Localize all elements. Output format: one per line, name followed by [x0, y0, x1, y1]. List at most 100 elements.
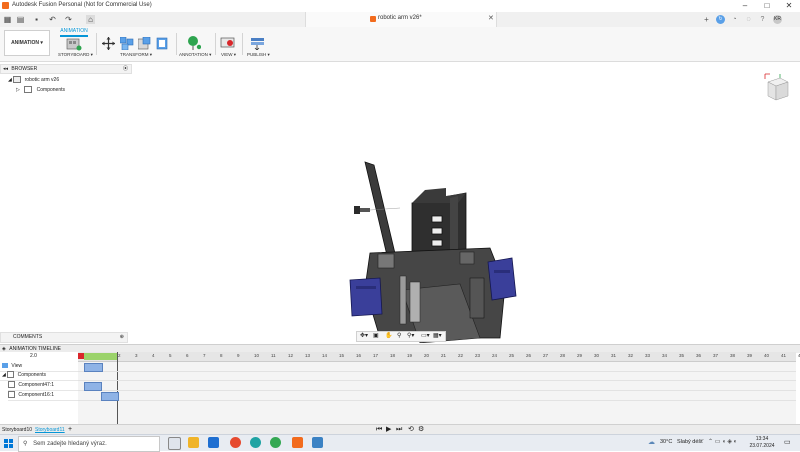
- timeline-track-component47[interactable]: [78, 381, 796, 391]
- timeline-grid[interactable]: 0123456789101112131415161718192021222324…: [78, 352, 800, 425]
- windows-start-icon[interactable]: [4, 439, 13, 448]
- browser-item-label: Components: [36, 86, 65, 93]
- expand-icon[interactable]: ▷: [16, 87, 20, 93]
- restore-home-icon[interactable]: [156, 37, 170, 50]
- workspace-switcher[interactable]: ANIMATION ▾: [4, 30, 50, 56]
- browser-pin-icon[interactable]: ⦿: [123, 65, 128, 73]
- loose-link-part[interactable]: [364, 161, 399, 267]
- help-icon[interactable]: ?: [758, 15, 767, 24]
- viewcube[interactable]: [762, 70, 790, 104]
- ruler-tick-label: 23: [475, 353, 481, 358]
- clock-time[interactable]: 13:34: [748, 436, 776, 442]
- ruler-tick-label: 28: [560, 353, 566, 358]
- component47-action[interactable]: [84, 382, 102, 391]
- edge-icon[interactable]: [250, 437, 261, 448]
- arm-base-part[interactable]: [364, 247, 506, 343]
- browser-root-item[interactable]: ◢ robotic arm v26: [8, 76, 59, 83]
- minimize-button[interactable]: –: [738, 1, 752, 11]
- jobs-icon[interactable]: ◔: [730, 15, 739, 24]
- ruler-tick-label: 7: [203, 353, 206, 358]
- display-settings-icon[interactable]: ▭▾: [421, 332, 430, 339]
- storyboard-group-label[interactable]: STORYBOARD ▾: [58, 52, 93, 58]
- manual-explode-icon[interactable]: [138, 37, 152, 50]
- browser-title: BROWSER: [11, 66, 38, 72]
- add-comment-icon[interactable]: ⊕: [120, 333, 124, 342]
- orbit-icon[interactable]: ✥▾: [360, 332, 368, 339]
- expand-icon[interactable]: ◢: [8, 77, 12, 83]
- weather-desc[interactable]: Slabý déšť: [677, 439, 703, 445]
- timeline-row-component47[interactable]: Component47:1: [8, 381, 78, 391]
- callout-icon[interactable]: [187, 35, 201, 51]
- expand-icon[interactable]: ◢: [2, 372, 6, 378]
- transform-components-icon[interactable]: [102, 37, 115, 50]
- ruler-tick-label: 17: [373, 353, 379, 358]
- maximize-button[interactable]: □: [760, 1, 774, 11]
- tab-animation[interactable]: ANIMATION: [60, 27, 88, 37]
- app-grid-icon[interactable]: ▦: [3, 15, 12, 24]
- collapse-icon[interactable]: ◂◂: [3, 66, 8, 72]
- new-storyboard-icon[interactable]: [66, 37, 82, 51]
- update-icon[interactable]: ↻: [716, 15, 725, 24]
- ruler-tick-label: 19: [407, 353, 413, 358]
- auto-explode-icon[interactable]: [120, 37, 134, 50]
- view-group-label[interactable]: VIEW ▾: [221, 52, 236, 58]
- timeline-track-component16[interactable]: [78, 391, 796, 401]
- fusion-taskbar-icon[interactable]: [292, 437, 303, 448]
- robotic-arm-model[interactable]: [340, 158, 530, 343]
- home-icon[interactable]: ⌂: [86, 15, 95, 24]
- ruler-tick-label: 22: [458, 353, 464, 358]
- publish-video-icon[interactable]: [250, 37, 266, 50]
- avatar[interactable]: KR: [773, 15, 782, 24]
- ruler-tick-label: 36: [696, 353, 702, 358]
- task-view-icon[interactable]: [168, 437, 181, 450]
- document-tab[interactable]: robotic arm v26* ✕: [305, 12, 497, 27]
- publish-group-label[interactable]: PUBLISH ▾: [247, 52, 270, 58]
- transform-group-label[interactable]: TRANSFORM ▾: [120, 52, 152, 58]
- component16-action[interactable]: [101, 392, 119, 401]
- timeline-tree: 2.0 View ◢ Components Component47:1 Comp…: [0, 352, 79, 425]
- file-menu-icon[interactable]: ▤: [16, 15, 25, 24]
- grid-settings-icon[interactable]: ▦▾: [433, 332, 442, 339]
- toolbar: ANIMATION ▾ ANIMATION STORYBOARD ▾ TRANS…: [0, 27, 800, 62]
- new-tab-icon[interactable]: +: [702, 15, 711, 24]
- playhead-range[interactable]: [84, 353, 117, 360]
- comments-panel[interactable]: COMMENTS ⊕: [0, 332, 128, 343]
- annotation-group-label[interactable]: ANNOTATION ▾: [179, 52, 211, 58]
- ruler-tick-label: 34: [662, 353, 668, 358]
- browser-item-components[interactable]: ▷ Components: [16, 86, 65, 93]
- weather-temp[interactable]: 30°C: [660, 439, 672, 445]
- chrome-icon[interactable]: [270, 437, 281, 448]
- app-taskbar-icon[interactable]: [312, 437, 323, 448]
- ruler-tick-label: 25: [509, 353, 515, 358]
- save-icon[interactable]: ▪: [32, 15, 41, 24]
- notification-center-icon[interactable]: ▭: [784, 438, 791, 446]
- timeline-ruler[interactable]: 0123456789101112131415161718192021222324…: [78, 352, 800, 362]
- ruler-tick-label: 24: [492, 353, 498, 358]
- ruler-tick-label: 21: [441, 353, 447, 358]
- fusion-logo-icon: [2, 2, 9, 9]
- pan-icon[interactable]: ✋: [385, 332, 392, 339]
- redo-icon[interactable]: ↷: [64, 15, 73, 24]
- zoom-window-icon[interactable]: ⚲▾: [407, 332, 414, 339]
- browser-app-icon[interactable]: [230, 437, 241, 448]
- close-tab-icon[interactable]: ✕: [488, 14, 494, 22]
- file-explorer-icon[interactable]: [188, 437, 199, 448]
- timeline-row-components[interactable]: ◢ Components: [0, 371, 78, 381]
- system-tray-icons[interactable]: ⌃ ▭ ◖ ◈ ◐: [708, 438, 737, 445]
- notifications-icon[interactable]: ◌: [744, 15, 753, 24]
- ruler-tick-label: 41: [781, 353, 787, 358]
- mail-icon[interactable]: [208, 437, 219, 448]
- zoom-icon[interactable]: ⚲: [397, 332, 401, 339]
- row-label: View: [11, 363, 23, 369]
- look-at-icon[interactable]: ▣: [373, 332, 379, 339]
- clock-date[interactable]: 23.07.2024: [748, 443, 776, 449]
- weather-icon[interactable]: ☁: [648, 438, 655, 446]
- view-record-icon[interactable]: [220, 37, 236, 50]
- publish-label: PUBLISH: [247, 52, 267, 57]
- timeline-track-components[interactable]: [78, 371, 796, 381]
- browser-panel-header[interactable]: ◂◂ BROWSER ⦿: [0, 64, 132, 74]
- timeline-row-component16[interactable]: Component16:1: [8, 391, 78, 401]
- close-button[interactable]: ✕: [782, 1, 796, 11]
- undo-icon[interactable]: ↶: [48, 15, 57, 24]
- view-keyframe[interactable]: [84, 363, 103, 372]
